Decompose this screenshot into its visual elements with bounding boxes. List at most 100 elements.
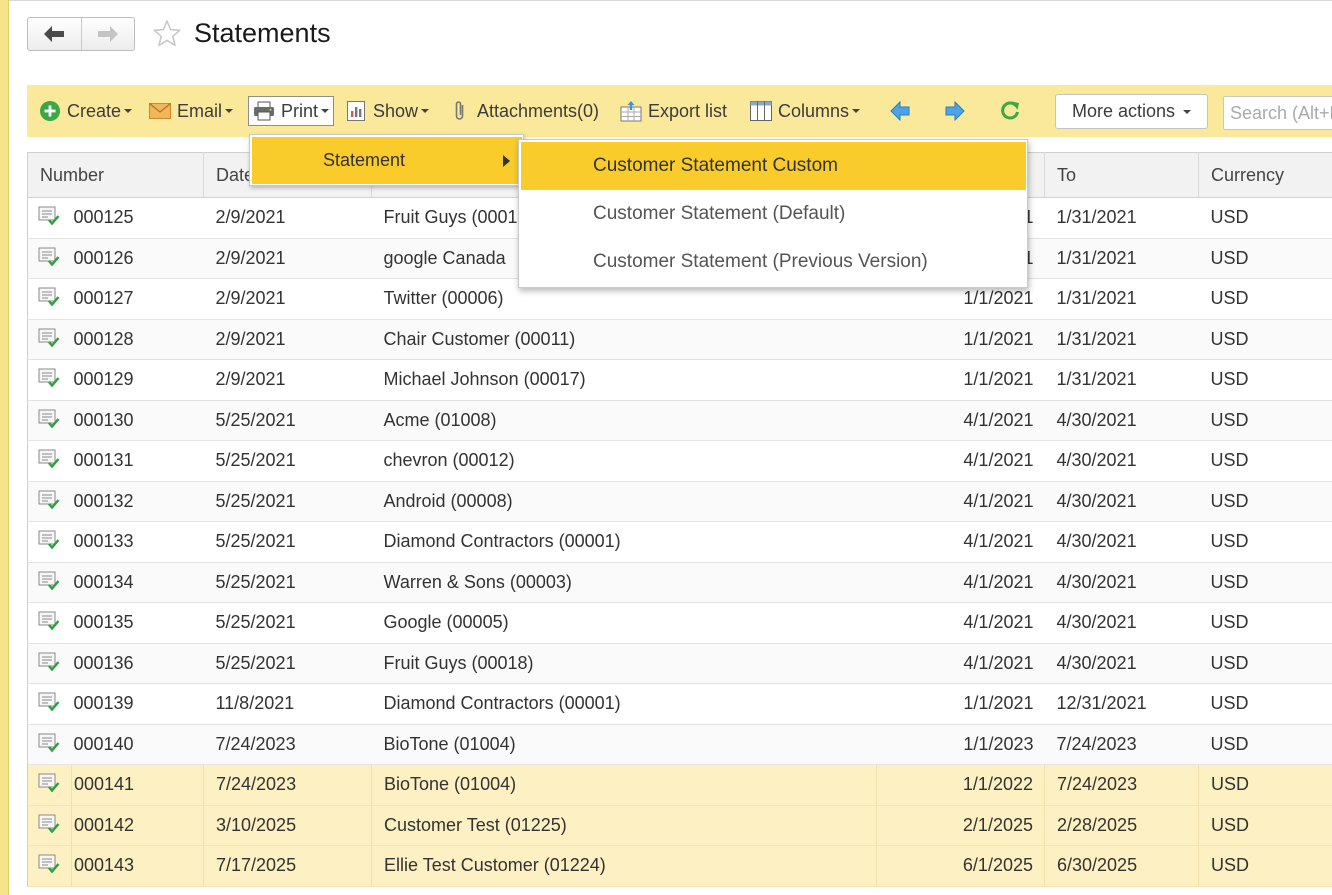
cell-date: 5/25/2021 xyxy=(203,562,372,603)
cell-number: 000131 xyxy=(71,440,204,482)
cell-currency: USD xyxy=(1198,440,1332,482)
statement-submenu: Customer Statement Custom Customer State… xyxy=(518,139,1028,288)
column-header-currency[interactable]: Currency xyxy=(1198,152,1332,198)
cell-number: 000127 xyxy=(71,278,204,320)
star-icon[interactable] xyxy=(151,18,183,50)
document-check-icon xyxy=(38,368,60,392)
refresh-button[interactable] xyxy=(999,85,1021,137)
back-button[interactable] xyxy=(28,18,81,50)
table-row[interactable]: 000130 5/25/2021 Acme (01008) 4/1/2021 4/30/… xyxy=(27,400,1332,441)
chevron-right-icon xyxy=(503,155,510,167)
create-button[interactable]: Create xyxy=(39,85,133,137)
cell-to: 1/31/2021 xyxy=(1044,197,1199,239)
table-row[interactable]: 000139 11/8/2021 Diamond Contractors (0000… xyxy=(27,683,1332,725)
table-row[interactable]: 000140 7/24/2023 BioTone (01004) 1/1/2023 7/… xyxy=(27,724,1332,765)
cell-date: 5/25/2021 xyxy=(203,602,372,644)
refresh-icon xyxy=(1001,101,1019,120)
previous-button[interactable] xyxy=(889,85,911,137)
row-status-cell xyxy=(27,238,72,279)
cell-date: 7/24/2023 xyxy=(203,764,372,806)
show-button[interactable]: Show xyxy=(345,85,430,137)
table-row[interactable]: 000131 5/25/2021 chevron (00012) 4/1/2021 4/… xyxy=(27,440,1332,482)
columns-button[interactable]: Columns xyxy=(750,85,861,137)
chevron-down-icon xyxy=(1183,109,1192,114)
document-check-icon xyxy=(38,247,60,271)
menu-item-customer-statement-previous[interactable]: Customer Statement (Previous Version) xyxy=(521,238,1026,286)
row-status-cell xyxy=(27,643,72,684)
columns-label: Columns xyxy=(778,100,850,121)
table-row[interactable]: 000129 2/9/2021 Michael Johnson (00017) 1/1… xyxy=(27,359,1332,401)
cell-customer: Michael Johnson (00017) xyxy=(371,359,877,401)
cell-from: 2/1/2025 xyxy=(876,805,1045,846)
cell-customer: Android (00008) xyxy=(371,481,877,522)
cell-number: 000135 xyxy=(71,602,204,644)
export-list-button[interactable]: Export list xyxy=(620,85,727,137)
cell-date: 5/25/2021 xyxy=(203,481,372,522)
document-check-icon xyxy=(38,328,60,352)
columns-icon xyxy=(750,100,772,122)
column-header-number[interactable]: Number xyxy=(27,152,204,198)
email-button[interactable]: Email xyxy=(149,85,234,137)
table-row[interactable]: 000134 5/25/2021 Warren & Sons (00003) 4/1/… xyxy=(27,562,1332,603)
cell-currency: USD xyxy=(1198,845,1332,887)
report-icon xyxy=(345,100,367,122)
row-status-cell xyxy=(27,521,72,563)
cell-currency: USD xyxy=(1198,724,1332,765)
print-menu: Statement xyxy=(249,134,524,186)
table-row[interactable]: 000133 5/25/2021 Diamond Contractors (0000… xyxy=(27,521,1332,563)
table-row[interactable]: 000135 5/25/2021 Google (00005) 4/1/2021 4/3… xyxy=(27,602,1332,644)
row-status-cell xyxy=(27,197,72,239)
chevron-down-icon xyxy=(421,109,430,113)
menu-item-customer-statement-custom[interactable]: Customer Statement Custom xyxy=(521,142,1026,190)
cell-currency: USD xyxy=(1198,643,1332,684)
menu-item-customer-statement-default[interactable]: Customer Statement (Default) xyxy=(521,190,1026,238)
cell-number: 000136 xyxy=(71,643,204,684)
cell-date: 2/9/2021 xyxy=(203,197,372,239)
more-actions-button[interactable]: More actions xyxy=(1055,94,1208,129)
top-divider xyxy=(9,0,1332,1)
table-row[interactable]: 000142 3/10/2025 Customer Test (01225) 2/1/… xyxy=(27,805,1332,846)
email-label: Email xyxy=(177,100,223,121)
row-status-cell xyxy=(27,562,72,603)
cell-date: 7/17/2025 xyxy=(203,845,372,887)
chevron-down-icon xyxy=(225,109,234,113)
arrow-left-icon xyxy=(44,26,65,42)
export-icon xyxy=(620,100,642,122)
cell-date: 3/10/2025 xyxy=(203,805,372,846)
row-status-cell xyxy=(27,845,72,887)
table-row[interactable]: 000143 7/17/2025 Ellie Test Customer (0122… xyxy=(27,845,1332,887)
cell-to: 1/31/2021 xyxy=(1044,278,1199,320)
cell-currency: USD xyxy=(1198,278,1332,320)
document-check-icon xyxy=(38,733,60,757)
table-row[interactable]: 000132 5/25/2021 Android (00008) 4/1/2021 4/… xyxy=(27,481,1332,522)
page-title: Statements xyxy=(194,18,331,48)
side-panel-edge xyxy=(0,0,9,895)
menu-item-statement-label: Statement xyxy=(323,150,406,170)
cell-to: 2/28/2025 xyxy=(1044,805,1199,846)
arrow-right-icon xyxy=(97,26,118,42)
cell-date: 5/25/2021 xyxy=(203,643,372,684)
paperclip-icon xyxy=(449,100,471,122)
table-row[interactable]: 000141 7/24/2023 BioTone (01004) 1/1/2022 7/… xyxy=(27,764,1332,806)
attachments-button[interactable]: Attachments(0) xyxy=(449,85,599,137)
cell-currency: USD xyxy=(1198,197,1332,239)
chevron-down-icon xyxy=(124,109,133,113)
cell-to: 7/24/2023 xyxy=(1044,764,1199,806)
cell-currency: USD xyxy=(1198,238,1332,279)
document-check-icon xyxy=(38,814,60,838)
search-input[interactable] xyxy=(1223,96,1332,130)
document-check-icon xyxy=(38,854,60,878)
document-check-icon xyxy=(38,530,60,554)
row-status-cell xyxy=(27,805,72,846)
forward-button[interactable] xyxy=(80,18,134,50)
cell-customer: Customer Test (01225) xyxy=(371,805,877,846)
column-header-to[interactable]: To xyxy=(1044,152,1199,198)
next-button[interactable] xyxy=(944,85,966,137)
row-status-cell xyxy=(27,319,72,360)
table-row[interactable]: 000128 2/9/2021 Chair Customer (00011) 1/1/… xyxy=(27,319,1332,360)
row-status-cell xyxy=(27,400,72,441)
cell-number: 000133 xyxy=(71,521,204,563)
menu-item-statement[interactable]: Statement xyxy=(252,137,522,184)
table-row[interactable]: 000136 5/25/2021 Fruit Guys (00018) 4/1/202… xyxy=(27,643,1332,684)
print-button[interactable]: Print xyxy=(248,96,335,126)
